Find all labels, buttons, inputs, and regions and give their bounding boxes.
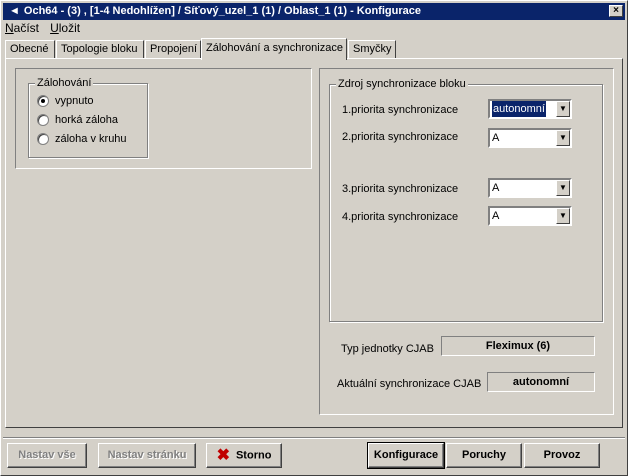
tab-connections[interactable]: Propojení bbox=[145, 40, 201, 59]
sync-groupbox: Zdroj synchronizace bloku 1.priorita syn… bbox=[329, 78, 603, 322]
backup-title: Zálohování bbox=[35, 77, 94, 90]
operation-button[interactable]: Provoz bbox=[524, 443, 600, 468]
chevron-down-icon[interactable]: ▼ bbox=[556, 208, 570, 224]
current-sync-label: Aktuální synchronizace CJAB bbox=[337, 378, 482, 390]
set-page-button[interactable]: Nastav stránku bbox=[98, 443, 196, 468]
menu-bar: Načíst Uložit bbox=[5, 20, 88, 36]
backup-panel: Zálohování vypnuto horká záloha záloha v… bbox=[15, 68, 312, 169]
radio-hot-backup[interactable]: horká záloha bbox=[37, 112, 118, 128]
priority-2-value: A bbox=[492, 132, 500, 144]
radio-ring-backup[interactable]: záloha v kruhu bbox=[37, 131, 127, 147]
chevron-down-icon[interactable]: ▼ bbox=[556, 101, 570, 117]
title-bar: ◄ Och64 - (3) , [1-4 Nedohlížen] / Síťový… bbox=[3, 3, 625, 20]
config-label: Konfigurace bbox=[373, 449, 439, 461]
chevron-down-icon[interactable]: ▼ bbox=[556, 180, 570, 196]
priority-2-select[interactable]: A ▼ bbox=[488, 128, 572, 148]
window-title: Och64 - (3) , [1-4 Nedohlížen] / Síťový_… bbox=[23, 5, 421, 17]
sync-title: Zdroj synchronizace bloku bbox=[336, 78, 468, 91]
config-button[interactable]: Konfigurace bbox=[367, 442, 445, 469]
cancel-button[interactable]: ✖ Storno bbox=[206, 443, 282, 468]
radio-hot-backup-label: horká záloha bbox=[55, 114, 118, 126]
priority-4-select[interactable]: A ▼ bbox=[488, 206, 572, 226]
radio-off-label: vypnuto bbox=[55, 95, 94, 107]
chevron-down-icon[interactable]: ▼ bbox=[556, 130, 570, 146]
backup-groupbox: Zálohování vypnuto horká záloha záloha v… bbox=[28, 77, 148, 158]
tab-backup-sync[interactable]: Zálohování a synchronizace bbox=[201, 38, 347, 60]
menu-save[interactable]: Uložit bbox=[50, 20, 80, 36]
sync-panel: Zdroj synchronizace bloku 1.priorita syn… bbox=[319, 68, 614, 415]
unit-type-value: Fleximux (6) bbox=[441, 336, 595, 356]
operation-label: Provoz bbox=[543, 449, 581, 461]
faults-button[interactable]: Poruchy bbox=[446, 443, 522, 468]
set-all-label: Nastav vše bbox=[18, 449, 76, 461]
faults-label: Poruchy bbox=[461, 449, 506, 461]
menu-load[interactable]: Načíst bbox=[5, 20, 39, 36]
priority-4-label: 4.priorita synchronizace bbox=[342, 211, 459, 223]
priority-2-label: 2.priorita synchronizace bbox=[342, 131, 459, 143]
unit-type-label: Typ jednotky CJAB bbox=[341, 343, 434, 355]
tab-general[interactable]: Obecné bbox=[5, 40, 55, 59]
cancel-label: Storno bbox=[235, 449, 272, 462]
radio-hot-backup-indicator[interactable] bbox=[37, 114, 49, 127]
set-all-button[interactable]: Nastav vše bbox=[7, 443, 87, 468]
set-page-label: Nastav stránku bbox=[107, 449, 187, 461]
priority-4-value: A bbox=[492, 210, 500, 222]
close-button[interactable]: × bbox=[609, 5, 623, 17]
priority-1-label: 1.priorita synchronizace bbox=[342, 104, 459, 116]
close-icon: ✖ bbox=[216, 447, 230, 464]
priority-1-value: autonomní bbox=[492, 101, 546, 117]
radio-ring-backup-indicator[interactable] bbox=[37, 133, 49, 146]
priority-3-select[interactable]: A ▼ bbox=[488, 178, 572, 198]
tab-block-topology[interactable]: Topologie bloku bbox=[56, 40, 144, 59]
radio-off-indicator[interactable] bbox=[37, 95, 49, 108]
config-window: ◄ Och64 - (3) , [1-4 Nedohlížen] / Síťový… bbox=[0, 0, 628, 476]
priority-3-value: A bbox=[492, 182, 500, 194]
current-sync-value: autonomní bbox=[487, 372, 595, 392]
tab-panel: Zálohování vypnuto horká záloha záloha v… bbox=[5, 58, 623, 428]
app-icon: ◄ bbox=[9, 5, 20, 17]
priority-3-label: 3.priorita synchronizace bbox=[342, 183, 459, 195]
priority-1-select[interactable]: autonomní ▼ bbox=[488, 99, 572, 119]
radio-off[interactable]: vypnuto bbox=[37, 93, 94, 109]
radio-ring-backup-label: záloha v kruhu bbox=[55, 133, 127, 145]
tab-loops[interactable]: Smyčky bbox=[348, 40, 396, 59]
